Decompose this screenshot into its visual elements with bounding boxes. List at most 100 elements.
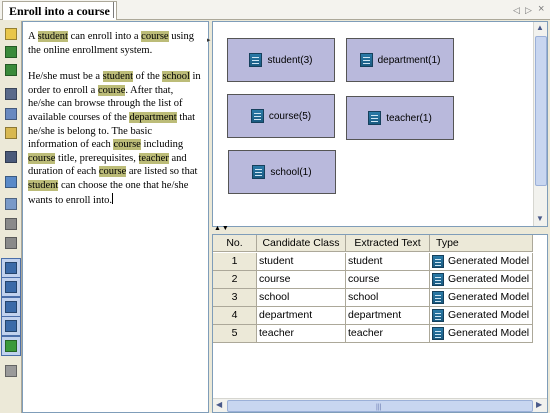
type-cell[interactable]: Generated Model <box>430 307 533 325</box>
highlighted-term: course <box>97 84 126 96</box>
class-node-student[interactable]: student(3) <box>227 38 335 82</box>
document-button[interactable] <box>3 196 19 212</box>
row-number[interactable]: 4 <box>213 307 257 325</box>
candidate-class-cell[interactable]: teacher <box>257 325 346 343</box>
table-row[interactable]: 4 department department Generated Model <box>213 307 533 325</box>
class-node-teacher[interactable]: teacher(1) <box>346 96 454 140</box>
list-button[interactable] <box>3 216 19 232</box>
cut-icon <box>5 88 17 100</box>
tab-next-icon[interactable]: ▷ <box>525 3 532 17</box>
generated-model-icon <box>432 327 444 340</box>
find-icon <box>5 151 17 163</box>
candidate-class-cell[interactable]: course <box>257 271 346 289</box>
extracted-text-cell[interactable]: teacher <box>346 325 430 343</box>
highlighted-term: student <box>37 31 68 42</box>
table-button[interactable] <box>3 235 19 251</box>
highlighted-term: course <box>98 166 127 178</box>
type-cell[interactable]: Generated Model <box>430 289 533 307</box>
scroll-up-icon[interactable]: ▲ <box>536 23 544 32</box>
tab-enroll-into-a-course[interactable]: Enroll into a course <box>2 1 117 20</box>
text-segment: can enroll into a <box>67 31 142 42</box>
actor-button[interactable] <box>1 277 21 297</box>
association-button[interactable] <box>1 316 21 336</box>
row-number[interactable]: 5 <box>213 325 257 343</box>
generated-model-icon <box>432 309 444 322</box>
help-icon <box>5 340 17 352</box>
paragraph-2: He/she must be a student of the school i… <box>28 70 202 207</box>
type-cell[interactable]: Generated Model <box>430 253 533 271</box>
text-box-icon <box>5 176 17 188</box>
highlighted-term: course <box>28 152 56 164</box>
requirements-text[interactable]: A student can enroll into a course using… <box>23 22 208 207</box>
text-segment: of the <box>133 71 163 83</box>
highlighted-term: school <box>162 71 190 83</box>
highlighted-term: student <box>28 179 59 191</box>
tab-prev-icon[interactable]: ◁ <box>513 3 520 17</box>
type-cell[interactable]: Generated Model <box>430 325 533 343</box>
class-icon <box>5 262 17 274</box>
class-button[interactable] <box>1 258 21 278</box>
text-segment: including <box>140 139 184 151</box>
class-node-label: student(3) <box>267 54 313 66</box>
table-horizontal-scrollbar[interactable]: ◀ ||| ▶ <box>213 398 547 412</box>
highlighted-term: teacher <box>138 152 169 164</box>
extracted-text-cell[interactable]: department <box>346 307 430 325</box>
highlighted-term: department <box>129 111 177 123</box>
type-cell[interactable]: Generated Model <box>430 271 533 289</box>
save-button[interactable] <box>3 44 19 60</box>
class-node-label: course(5) <box>268 110 312 122</box>
scroll-thumb[interactable]: ||| <box>227 400 533 412</box>
copy-button[interactable] <box>3 106 19 122</box>
highlighted-term: course <box>113 139 141 151</box>
copy-icon <box>5 108 17 120</box>
class-diagram-pane[interactable]: student(3) department(1) course(5) teach… <box>212 21 548 227</box>
scroll-right-icon[interactable]: ▶ <box>536 400 542 409</box>
scroll-down-icon[interactable]: ▼ <box>536 214 544 223</box>
type-label: Generated Model <box>448 273 530 285</box>
class-node-department[interactable]: department(1) <box>346 38 454 82</box>
candidate-class-cell[interactable]: school <box>257 289 346 307</box>
open-folder-button[interactable] <box>3 26 19 42</box>
scroll-left-icon[interactable]: ◀ <box>216 400 222 409</box>
save-all-button[interactable] <box>3 62 19 78</box>
column-header-candidate-class[interactable]: Candidate Class <box>257 235 346 252</box>
type-label: Generated Model <box>448 309 530 321</box>
class-node-label: school(1) <box>270 166 312 178</box>
class-node-label: teacher(1) <box>386 112 432 124</box>
help-button[interactable] <box>1 336 21 356</box>
usecase-button[interactable] <box>1 297 21 317</box>
text-segment: He/she must be a <box>28 71 103 83</box>
table-row[interactable]: 5 teacher teacher Generated Model <box>213 325 533 343</box>
table-row[interactable]: 1 student student Generated Model <box>213 253 533 271</box>
requirements-text-pane[interactable]: A student can enroll into a course using… <box>22 21 209 413</box>
paste-button[interactable] <box>3 125 19 141</box>
column-header-type[interactable]: Type <box>430 235 533 252</box>
splitter-arrows-icon[interactable]: ▲▼ <box>214 225 230 232</box>
text-box-button[interactable] <box>3 174 19 190</box>
column-header-no[interactable]: No. <box>213 235 257 252</box>
row-number[interactable]: 2 <box>213 271 257 289</box>
candidate-class-cell[interactable]: student <box>257 253 346 271</box>
find-button[interactable] <box>3 149 19 165</box>
cut-button[interactable] <box>3 86 19 102</box>
scroll-thumb[interactable] <box>535 36 547 186</box>
candidate-class-cell[interactable]: department <box>257 307 346 325</box>
extracted-text-cell[interactable]: school <box>346 289 430 307</box>
tab-close-icon[interactable]: × <box>538 2 544 16</box>
table-row[interactable]: 2 course course Generated Model <box>213 271 533 289</box>
class-node-course[interactable]: course(5) <box>227 94 335 138</box>
horizontal-splitter[interactable]: ▲▼ <box>212 225 548 234</box>
table-row[interactable]: 3 school school Generated Model <box>213 289 533 307</box>
column-header-extracted-text[interactable]: Extracted Text <box>346 235 430 252</box>
class-node-school[interactable]: school(1) <box>228 150 336 194</box>
font-button[interactable] <box>3 363 19 379</box>
row-number[interactable]: 3 <box>213 289 257 307</box>
diagram-vertical-scrollbar[interactable]: ▲ ▼ <box>533 22 547 226</box>
extracted-text-cell[interactable]: course <box>346 271 430 289</box>
class-icon <box>249 53 263 67</box>
font-icon <box>5 365 17 377</box>
extracted-text-cell[interactable]: student <box>346 253 430 271</box>
row-number[interactable]: 1 <box>213 253 257 271</box>
collapse-arrow-icon[interactable]: ▸ <box>207 36 211 44</box>
candidate-class-table: No. Candidate Class Extracted Text Type … <box>212 234 548 413</box>
